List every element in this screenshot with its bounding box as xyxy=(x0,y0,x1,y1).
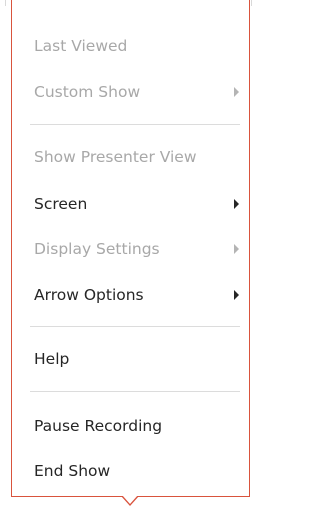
background-divider xyxy=(251,0,252,6)
menu-item-label: Custom Show xyxy=(34,83,141,101)
menu-separator xyxy=(30,391,240,392)
chevron-right-icon xyxy=(234,290,239,300)
menu-item-label: Show Presenter View xyxy=(34,148,197,166)
menu-item-custom-show[interactable]: Custom Show xyxy=(34,76,244,108)
menu-item-arrow-options[interactable]: Arrow Options xyxy=(34,279,244,311)
slideshow-context-menu: Last Viewed Custom Show Show Presenter V… xyxy=(11,0,250,497)
background-divider xyxy=(5,0,6,6)
menu-separator xyxy=(30,124,240,125)
menu-item-display-settings[interactable]: Display Settings xyxy=(34,233,244,265)
chevron-right-icon xyxy=(234,244,239,254)
menu-item-label: Screen xyxy=(34,195,88,213)
menu-pointer-fill xyxy=(122,495,138,504)
chevron-right-icon xyxy=(234,199,239,209)
menu-item-screen[interactable]: Screen xyxy=(34,188,244,220)
menu-item-label: Display Settings xyxy=(34,240,160,258)
menu-item-label: Help xyxy=(34,350,70,368)
menu-separator xyxy=(30,326,240,327)
menu-item-help[interactable]: Help xyxy=(34,343,244,375)
menu-item-show-presenter-view[interactable]: Show Presenter View xyxy=(34,141,244,173)
menu-item-label: Pause Recording xyxy=(34,417,163,435)
menu-item-label: End Show xyxy=(34,462,111,480)
menu-item-end-show[interactable]: End Show xyxy=(34,455,244,487)
menu-item-pause-recording[interactable]: Pause Recording xyxy=(34,410,244,442)
chevron-right-icon xyxy=(234,87,239,97)
menu-item-label: Last Viewed xyxy=(34,37,128,55)
menu-item-last-viewed[interactable]: Last Viewed xyxy=(34,30,244,62)
menu-item-label: Arrow Options xyxy=(34,286,144,304)
